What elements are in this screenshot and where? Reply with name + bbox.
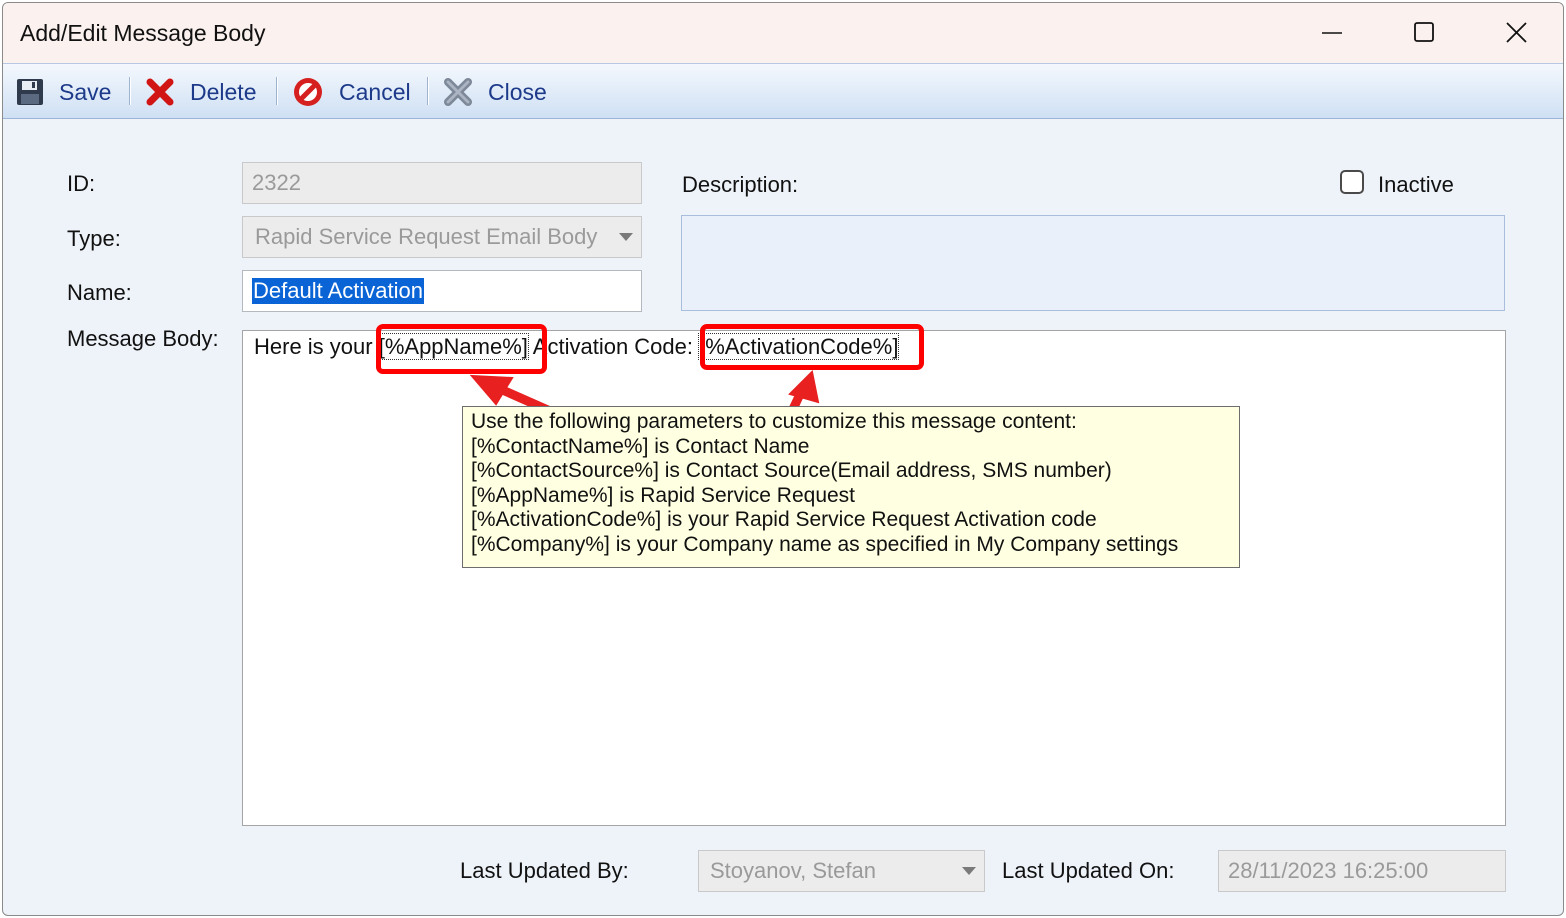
chevron-down-icon [962, 867, 976, 875]
grey-x-close-icon [444, 78, 472, 106]
type-value: Rapid Service Request Email Body [255, 224, 598, 249]
close-button[interactable]: Close [442, 64, 547, 120]
toolbar-separator [276, 77, 278, 105]
message-body-editor[interactable] [242, 330, 1506, 826]
description-label: Description: [682, 172, 799, 197]
activationcode-highlight-box [700, 324, 924, 370]
tooltip-line: [%ContactName%] is Contact Name [471, 434, 810, 458]
toolbar-separator [427, 77, 429, 105]
name-value-selected: Default Activation [252, 278, 424, 304]
close-icon [1506, 22, 1527, 43]
last-updated-on-value: 28/11/2023 16:25:00 [1228, 858, 1429, 883]
title-bar[interactable]: Add/Edit Message Body [3, 3, 1563, 63]
maximize-button[interactable] [1379, 3, 1471, 63]
last-updated-on-field: 28/11/2023 16:25:00 [1218, 850, 1506, 892]
last-updated-by-dropdown: Stoyanov, Stefan [698, 850, 985, 892]
id-label: ID: [67, 171, 96, 196]
toolbar: Save Delete Cancel Close [3, 63, 1563, 119]
type-label: Type: [67, 226, 121, 251]
delete-button[interactable]: Delete [144, 64, 256, 120]
cancel-prohibit-icon [294, 78, 322, 106]
window-title: Add/Edit Message Body [20, 20, 266, 46]
cancel-label: Cancel [339, 78, 411, 105]
last-updated-by-label: Last Updated By: [460, 858, 629, 883]
minimize-button[interactable] [1287, 3, 1379, 63]
message-body-part1: Here is your [254, 334, 379, 359]
cancel-button[interactable]: Cancel [291, 64, 411, 120]
type-dropdown[interactable]: Rapid Service Request Email Body [242, 216, 642, 258]
tooltip-line: [%AppName%] is Rapid Service Request [471, 483, 856, 507]
tooltip-line: [%Company%] is your Company name as spec… [471, 532, 1179, 556]
chevron-down-icon [619, 233, 633, 241]
id-value: 2322 [252, 170, 301, 195]
tooltip-line: [%ContactSource%] is Contact Source(Emai… [471, 459, 1112, 483]
save-label: Save [59, 78, 112, 105]
red-x-delete-icon [146, 78, 174, 106]
parameters-tooltip: Use the following parameters to customiz… [462, 406, 1240, 568]
delete-label: Delete [190, 78, 257, 105]
name-label: Name: [67, 280, 132, 305]
inactive-label[interactable]: Inactive [1378, 172, 1454, 198]
floppy-disk-icon [17, 79, 43, 105]
appname-highlight-box [376, 324, 547, 374]
close-label: Close [488, 78, 547, 105]
tooltip-line: Use the following parameters to customiz… [471, 410, 1077, 433]
maximize-icon [1414, 22, 1434, 42]
last-updated-by-value: Stoyanov, Stefan [710, 858, 876, 883]
description-textarea[interactable] [681, 215, 1505, 311]
tooltip-line: [%ActivationCode%] is your Rapid Service… [471, 508, 1097, 532]
save-button[interactable]: Save [15, 64, 111, 120]
id-field: 2322 [242, 162, 642, 204]
minimize-icon [1322, 32, 1342, 34]
message-body-part2: Activation Code: [527, 334, 700, 359]
toolbar-separator [129, 77, 131, 105]
message-body-label: Message Body: [67, 326, 219, 351]
inactive-checkbox[interactable] [1340, 170, 1364, 194]
last-updated-on-label: Last Updated On: [1002, 858, 1175, 883]
close-window-button[interactable] [1471, 3, 1563, 63]
name-input[interactable]: Default Activation [242, 270, 642, 312]
